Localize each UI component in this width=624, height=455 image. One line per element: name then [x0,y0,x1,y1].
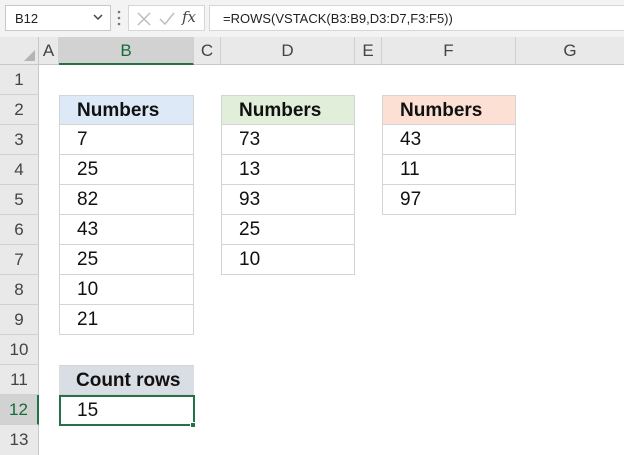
row-header-1[interactable]: 1 [0,65,39,95]
table-b-cell[interactable]: 25 [59,245,194,275]
table-f-cell[interactable]: 11 [382,155,516,185]
formula-bar-buttons: fx [128,5,205,31]
column-header-g[interactable]: G [516,37,624,65]
worksheet-grid: A B C D E F G 1 2 3 4 5 6 7 8 9 10 11 12… [0,37,624,455]
column-header-d[interactable]: D [221,37,355,65]
table-b-cell[interactable]: 7 [59,125,194,155]
row-header-8[interactable]: 8 [0,275,39,305]
insert-function-icon[interactable]: fx [182,8,196,26]
table-d-cell[interactable]: 25 [221,215,355,245]
column-header-c[interactable]: C [194,37,221,65]
name-box-value: B12 [15,11,39,26]
fill-handle[interactable] [190,422,196,428]
table-d-cell[interactable]: 10 [221,245,355,275]
row-header-4[interactable]: 4 [0,155,39,185]
table-b-cell[interactable]: 25 [59,155,194,185]
table-d-cell[interactable]: 73 [221,125,355,155]
column-header-f[interactable]: F [382,37,516,65]
name-box[interactable]: B12 [5,5,111,31]
column-header-a[interactable]: A [39,37,59,65]
row-header-11[interactable]: 11 [0,365,39,395]
column-header-b[interactable]: B [59,37,194,65]
formula-input[interactable]: =ROWS(VSTACK(B3:B9,D3:D7,F3:F5)) [209,5,624,31]
cancel-icon[interactable] [135,10,153,28]
active-cell-b12[interactable]: 15 [59,395,195,426]
table-f-cell[interactable]: 97 [382,185,516,215]
row-header-6[interactable]: 6 [0,215,39,245]
table-b-cell[interactable]: 82 [59,185,194,215]
table-b-cell[interactable]: 43 [59,215,194,245]
row-header-7[interactable]: 7 [0,245,39,275]
row-header-5[interactable]: 5 [0,185,39,215]
table-d-cell[interactable]: 93 [221,185,355,215]
formula-bar: B12 fx =ROWS(VSTACK(B3:B9,D3:D7,F3:F5)) [0,0,624,37]
table-d-cell[interactable]: 13 [221,155,355,185]
more-options-icon[interactable] [117,9,121,27]
table-b-cell[interactable]: 10 [59,275,194,305]
table-b-cell[interactable]: 21 [59,305,194,335]
column-header-e[interactable]: E [355,37,382,65]
row-header-13[interactable]: 13 [0,425,39,455]
result-label[interactable]: Count rows [59,365,194,395]
row-header-12[interactable]: 12 [0,395,39,425]
row-header-2[interactable]: 2 [0,95,39,125]
chevron-down-icon[interactable] [91,10,105,24]
select-all-button[interactable] [0,37,39,65]
table-f-cell[interactable]: 43 [382,125,516,155]
enter-icon[interactable] [158,10,176,28]
row-header-9[interactable]: 9 [0,305,39,335]
row-header-3[interactable]: 3 [0,125,39,155]
table-d-header[interactable]: Numbers [221,95,355,125]
row-header-10[interactable]: 10 [0,335,39,365]
table-b-header[interactable]: Numbers [59,95,194,125]
table-f-header[interactable]: Numbers [382,95,516,125]
